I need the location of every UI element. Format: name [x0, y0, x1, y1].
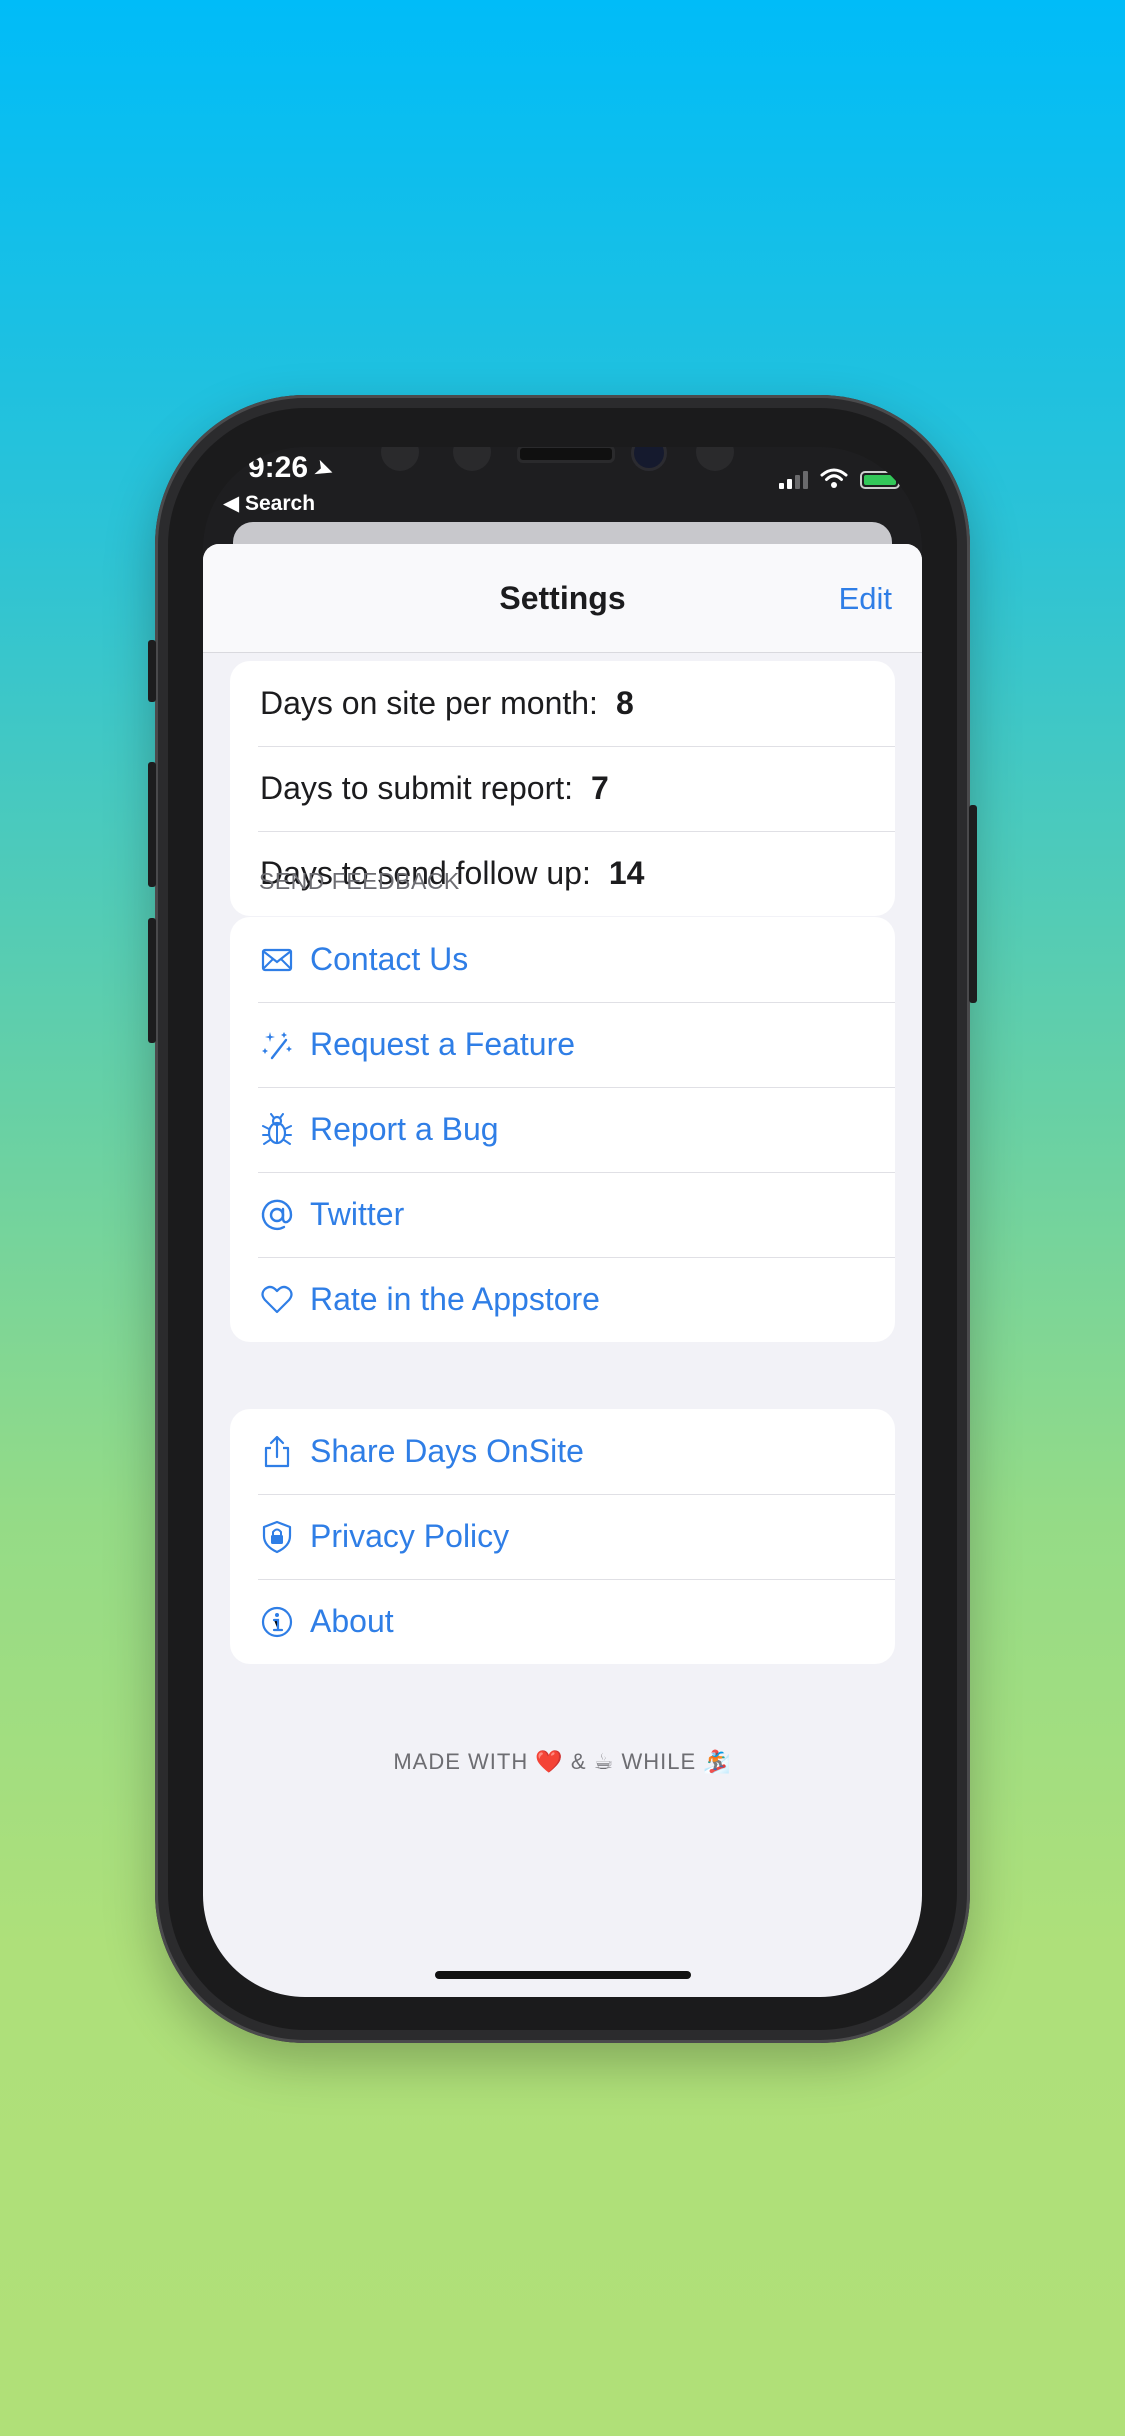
- settings-sheet: Settings Edit Days on site per month: 8 …: [203, 544, 922, 1997]
- edit-button[interactable]: Edit: [839, 581, 892, 617]
- volume-down-button: [148, 918, 156, 1043]
- navigation-bar: Settings Edit: [203, 544, 922, 653]
- sparkles-icon: [260, 1028, 294, 1062]
- share-label: Share Days OnSite: [310, 1433, 584, 1469]
- cellular-signal-icon: [779, 469, 808, 489]
- power-button: [969, 805, 977, 1003]
- feedback-group: Contact Us Request a Feature Report a Bu…: [230, 917, 895, 1342]
- contact-us-label: Contact Us: [310, 941, 469, 977]
- lock-shield-icon: [260, 1520, 294, 1554]
- stat-row-submit-report[interactable]: Days to submit report: 7: [230, 746, 895, 831]
- volume-up-button: [148, 762, 156, 887]
- heart-icon: [260, 1283, 294, 1317]
- info-icon: [260, 1605, 294, 1639]
- location-arrow-icon: ➤: [310, 453, 339, 486]
- at-sign-icon: [260, 1198, 294, 1232]
- back-to-search-link[interactable]: ◀ Search: [223, 491, 315, 516]
- envelope-icon: [260, 943, 294, 977]
- about-label: About: [310, 1603, 394, 1639]
- stat-label: Days on site per month:: [260, 685, 598, 721]
- stat-row-days-on-site[interactable]: Days on site per month: 8: [230, 661, 895, 746]
- twitter-row[interactable]: Twitter: [230, 1172, 895, 1257]
- report-bug-row[interactable]: Report a Bug: [230, 1087, 895, 1172]
- request-feature-row[interactable]: Request a Feature: [230, 1002, 895, 1087]
- stat-value: 8: [615, 685, 634, 721]
- battery-charging-icon: [860, 471, 904, 489]
- mute-switch: [148, 640, 156, 702]
- home-indicator[interactable]: [435, 1971, 691, 1979]
- section-header-send-feedback: SEND FEEDBACK: [259, 868, 460, 894]
- phone-screen: 9:26➤ ◀ Search Settings Edit Days on sit…: [203, 447, 922, 1997]
- contact-us-row[interactable]: Contact Us: [230, 917, 895, 1002]
- privacy-policy-label: Privacy Policy: [310, 1518, 510, 1554]
- status-time: 9:26➤: [248, 451, 339, 486]
- status-icons: [779, 467, 904, 489]
- rate-appstore-label: Rate in the Appstore: [310, 1281, 600, 1317]
- wifi-icon: [820, 468, 848, 488]
- page-title: Settings: [499, 580, 626, 616]
- stat-value: 14: [608, 855, 645, 891]
- stat-value: 7: [591, 770, 609, 806]
- info-group: Share Days OnSite Privacy Policy About: [230, 1409, 895, 1664]
- share-row[interactable]: Share Days OnSite: [230, 1409, 895, 1494]
- privacy-policy-row[interactable]: Privacy Policy: [230, 1494, 895, 1579]
- request-feature-label: Request a Feature: [310, 1026, 576, 1062]
- ladybug-icon: [260, 1112, 294, 1147]
- twitter-label: Twitter: [310, 1196, 405, 1232]
- report-bug-label: Report a Bug: [310, 1111, 499, 1147]
- about-row[interactable]: About: [230, 1579, 895, 1664]
- share-icon: [260, 1435, 294, 1469]
- made-with-footer: MADE WITH ❤️ & ☕ WHILE 🏂: [393, 1749, 732, 1774]
- stat-label: Days to submit report:: [260, 770, 573, 806]
- rate-appstore-row[interactable]: Rate in the Appstore: [230, 1257, 895, 1342]
